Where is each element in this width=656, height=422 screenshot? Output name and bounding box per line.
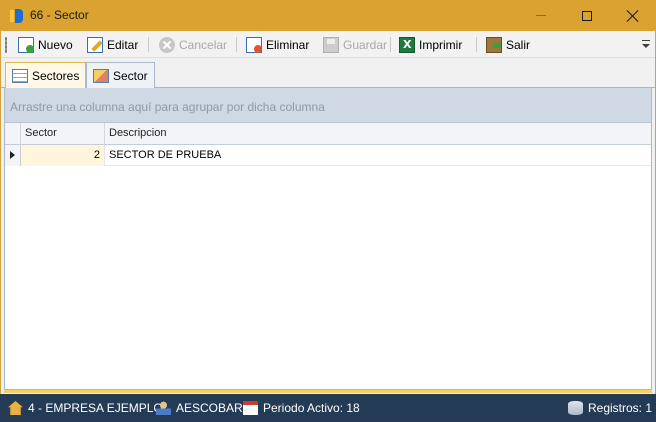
database-icon	[568, 401, 583, 415]
title-bar[interactable]: 66 - Sector	[0, 0, 656, 31]
records-label: Registros: 1	[588, 401, 653, 415]
minimize-icon	[536, 15, 546, 16]
company-label: 4 - EMPRESA EJEMPLO	[28, 401, 163, 415]
main-frame: Nuevo Editar Cancelar Eliminar Guardar X…	[1, 31, 655, 421]
toolbar-separator	[390, 37, 391, 52]
grid-header: Sector Descripcion	[5, 123, 651, 145]
save-button[interactable]: Guardar	[323, 34, 387, 55]
tab-sector[interactable]: Sector	[86, 62, 155, 88]
cancel-button[interactable]: Cancelar	[159, 34, 227, 55]
save-icon	[323, 36, 339, 53]
status-bar: 4 - EMPRESA EJEMPLO AESCOBAR Periodo Act…	[0, 394, 656, 422]
toolbar-separator	[148, 37, 149, 52]
print-button[interactable]: Imprimir	[399, 34, 462, 55]
close-icon	[627, 10, 639, 22]
new-button[interactable]: Nuevo	[18, 34, 73, 55]
status-user: AESCOBAR	[156, 394, 243, 422]
status-records: Registros: 1	[568, 394, 652, 422]
edit-button[interactable]: Editar	[87, 34, 138, 55]
tab-sectores[interactable]: Sectores	[5, 62, 87, 89]
group-panel-hint: Arrastre una columna aquí para agrupar p…	[10, 100, 325, 114]
print-button-label: Imprimir	[419, 37, 463, 52]
home-icon	[8, 401, 23, 415]
tab-label: Sectores	[32, 69, 80, 83]
edit-button-label: Editar	[107, 37, 139, 52]
toolbar-grip-handle[interactable]	[5, 37, 7, 53]
minimize-button[interactable]	[518, 0, 564, 31]
edit-icon	[87, 36, 103, 53]
status-period: Periodo Activo: 18	[243, 394, 360, 422]
current-row-arrow-icon	[10, 151, 15, 159]
cell-sector[interactable]: 2	[21, 145, 105, 166]
user-icon	[156, 401, 171, 415]
calendar-icon	[243, 401, 258, 415]
grid-icon	[12, 69, 28, 83]
user-label: AESCOBAR	[176, 401, 243, 415]
tab-label: Sector	[113, 68, 148, 83]
tab-strip: Sectores Sector	[1, 58, 655, 89]
group-by-panel[interactable]: Arrastre una columna aquí para agrupar p…	[5, 88, 651, 123]
maximize-icon	[582, 10, 592, 21]
column-header-descripcion[interactable]: Descripcion	[105, 123, 651, 145]
exit-button[interactable]: Salir	[486, 34, 530, 55]
close-button[interactable]	[610, 0, 656, 31]
toolbar-separator	[236, 37, 237, 52]
application-window: 66 - Sector Nuevo Editar Cancelar Elimin…	[0, 0, 656, 422]
new-button-label: Nuevo	[38, 37, 73, 52]
window-title: 66 - Sector	[30, 8, 89, 22]
delete-icon	[246, 36, 262, 53]
maximize-button[interactable]	[564, 0, 610, 31]
cell-descripcion[interactable]: SECTOR DE PRUEBA	[105, 145, 651, 166]
status-company: 4 - EMPRESA EJEMPLO	[8, 394, 163, 422]
panel-accent-border	[4, 390, 652, 393]
row-indicator	[5, 145, 21, 166]
delete-button-label: Eliminar	[266, 37, 310, 52]
grid-panel: Arrastre una columna aquí para agrupar p…	[4, 88, 652, 390]
table-row[interactable]: 2 SECTOR DE PRUEBA	[5, 145, 651, 166]
exit-button-label: Salir	[506, 37, 531, 52]
cancel-button-label: Cancelar	[179, 37, 228, 52]
new-document-icon	[18, 36, 34, 53]
form-icon	[93, 68, 109, 83]
save-button-label: Guardar	[343, 37, 388, 52]
cancel-icon	[159, 36, 175, 53]
column-header-sector[interactable]: Sector	[21, 123, 105, 145]
period-label: Periodo Activo: 18	[263, 401, 360, 415]
exit-icon	[486, 36, 502, 53]
toolbar: Nuevo Editar Cancelar Eliminar Guardar X…	[1, 31, 655, 58]
excel-print-icon	[399, 36, 415, 53]
row-indicator-header	[5, 123, 21, 145]
toolbar-separator	[476, 37, 477, 52]
delete-button[interactable]: Eliminar	[246, 34, 309, 55]
app-icon	[10, 9, 24, 23]
toolbar-overflow-chevron-icon[interactable]	[642, 40, 650, 48]
